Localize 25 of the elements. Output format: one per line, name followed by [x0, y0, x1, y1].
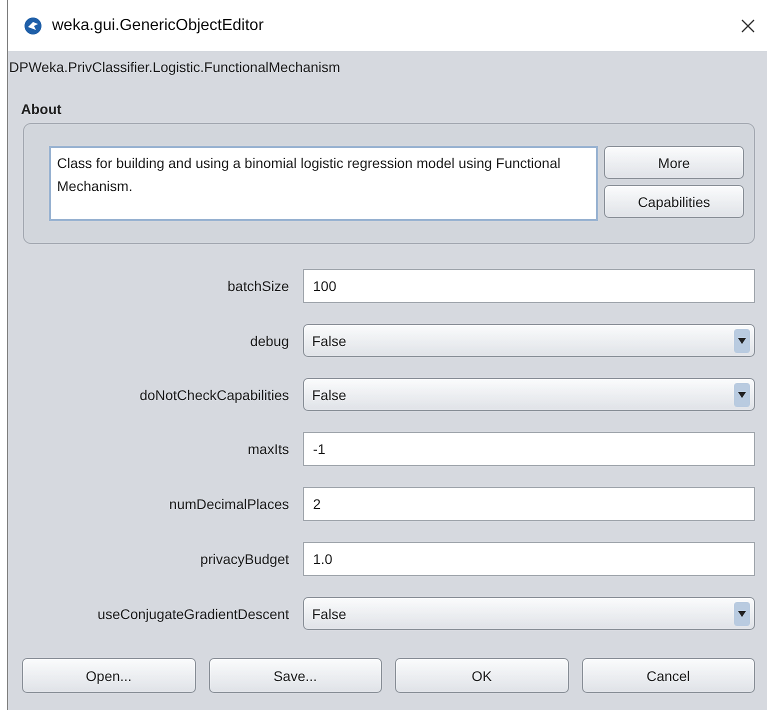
property-label: batchSize — [226, 278, 289, 294]
dropdown[interactable]: False — [303, 378, 755, 411]
input-field[interactable]: 1.0 — [303, 542, 755, 576]
dialog-button[interactable]: Save... — [208, 658, 382, 693]
property-label: maxIts — [246, 441, 289, 457]
dropdown[interactable]: False — [303, 324, 755, 357]
property-label: useConjugateGradientDescent — [96, 606, 289, 622]
dialog-button[interactable]: Open... — [22, 658, 196, 693]
property-label: doNotCheckCapabilities — [138, 386, 289, 402]
close-icon[interactable] — [741, 18, 755, 32]
description-text: Class for building and using a binomial logistic regression model using Functional Mechanism. — [49, 146, 598, 221]
input-field[interactable]: -1 — [303, 432, 755, 466]
about-button[interactable]: More — [604, 146, 744, 179]
dropdown[interactable]: False — [303, 597, 755, 630]
dialog-button[interactable]: OK — [395, 658, 568, 693]
class-name: DPWeka.PrivClassifier.Logistic.FunctionalMechanism — [9, 59, 342, 75]
property-label: privacyBudget — [199, 551, 289, 567]
about-button[interactable]: Capabilities — [604, 185, 744, 218]
input-field[interactable]: 100 — [303, 269, 755, 303]
window-title: weka.gui.GenericObjectEditor — [52, 16, 265, 34]
dialog-button[interactable]: Cancel — [582, 658, 755, 693]
property-label: debug — [249, 332, 289, 348]
property-label: numDecimalPlaces — [168, 496, 289, 512]
input-field[interactable]: 2 — [303, 487, 755, 521]
section-heading: About — [21, 101, 62, 117]
